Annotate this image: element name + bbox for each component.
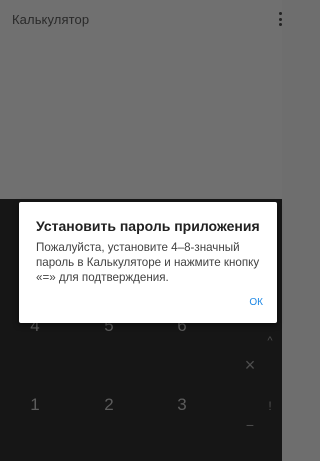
calculator-display: Калькулятор [0,0,282,199]
dialog-title: Установить пароль приложения [36,218,260,234]
key-1[interactable]: 1 [20,395,50,415]
expand-caret-icon[interactable]: ^ [262,335,278,347]
factorial-key[interactable]: ! [262,399,278,413]
multiply-key[interactable]: × [242,355,258,376]
app-title: Калькулятор [12,12,90,27]
key-2[interactable]: 2 [94,395,124,415]
minus-key[interactable]: − [242,417,258,433]
dialog-message: Пожалуйста, установите 4–8-значный парол… [36,241,260,284]
set-password-dialog: Установить пароль приложения Пожалуйста,… [19,202,277,323]
overflow-menu-icon[interactable] [278,12,282,26]
key-3[interactable]: 3 [167,395,197,415]
ok-button[interactable]: ОК [247,295,265,310]
